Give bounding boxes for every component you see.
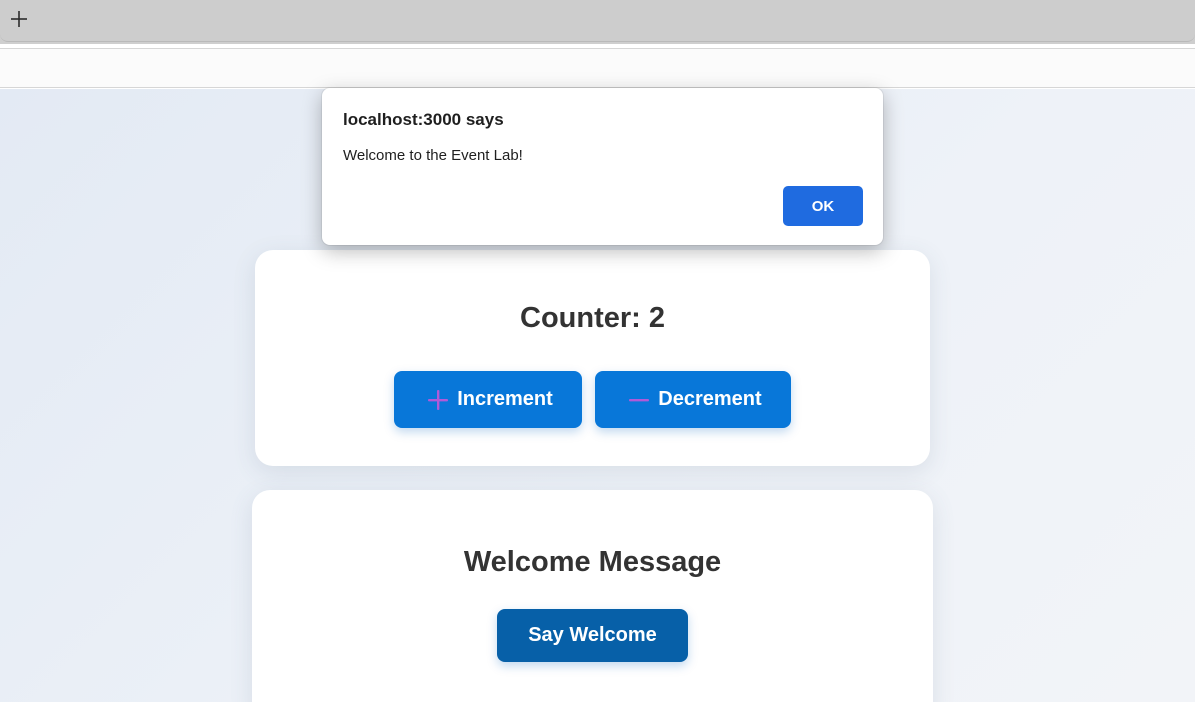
decrement-button[interactable]: Decrement xyxy=(595,371,791,428)
welcome-card: Welcome Message Say Welcome xyxy=(252,490,933,702)
browser-tab-strip xyxy=(0,0,1195,44)
increment-button[interactable]: Increment xyxy=(394,371,582,428)
counter-button-row: Increment Decrement xyxy=(255,371,930,428)
new-tab-button[interactable] xyxy=(6,6,32,32)
welcome-title: Welcome Message xyxy=(463,546,722,578)
dialog-ok-button[interactable]: OK xyxy=(783,186,863,226)
tab-strip-bar xyxy=(0,0,1195,42)
browser-toolbar xyxy=(0,48,1195,88)
dialog-title: localhost:3000 says xyxy=(343,110,504,129)
plus-icon xyxy=(11,11,27,27)
plus-emoji-icon xyxy=(428,389,449,410)
say-welcome-button[interactable]: Say Welcome xyxy=(497,609,688,662)
dialog-message: Welcome to the Event Lab! xyxy=(343,147,523,164)
decrement-label: Decrement xyxy=(658,388,762,410)
counter-card: Counter: 2 Increment Decrement xyxy=(255,250,930,466)
counter-title: Counter: 2 xyxy=(520,302,665,334)
increment-label: Increment xyxy=(457,388,553,410)
minus-emoji-icon xyxy=(629,398,650,401)
alert-dialog: localhost:3000 says Welcome to the Event… xyxy=(322,88,883,245)
